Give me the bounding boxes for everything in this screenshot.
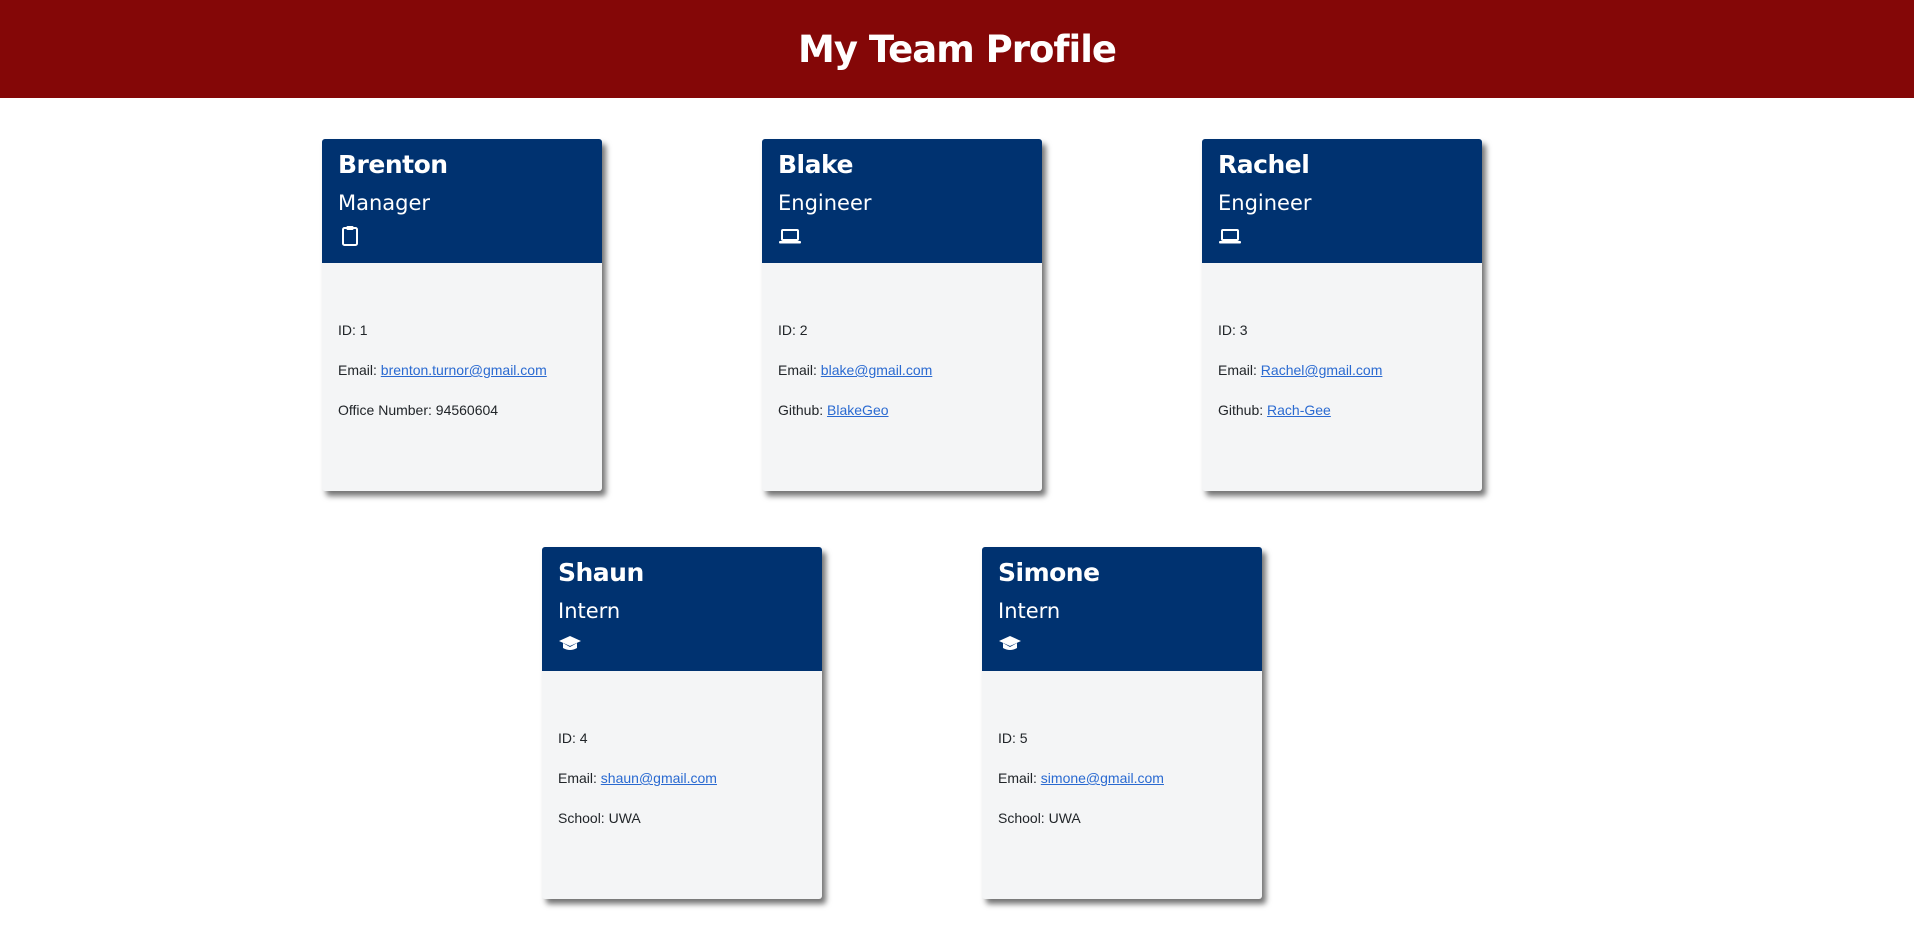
card-header: Blake Engineer [762,139,1042,263]
employee-name: Brenton [338,150,448,179]
employee-card-rachel: Rachel Engineer ID: 3 Email: Rachel@gmai… [1202,139,1482,491]
employee-role: Intern [998,599,1061,623]
office-number: Office Number: 94560604 [338,402,499,418]
github: Github: Rach-Gee [1218,402,1331,418]
card-body: ID: 1 Email: brenton.turnor@gmail.com Of… [322,263,602,441]
card-body: ID: 4 Email: shaun@gmail.com School: UWA [542,671,822,849]
employee-name: Blake [778,150,853,179]
employee-email: Email: simone@gmail.com [998,770,1164,786]
employee-name: Rachel [1218,150,1310,179]
employee-email: Email: blake@gmail.com [778,362,933,378]
card-header: Shaun Intern [542,547,822,671]
email-link[interactable]: shaun@gmail.com [601,770,717,786]
graduation-cap-icon [999,636,1021,650]
github-link[interactable]: BlakeGeo [827,402,888,418]
github-link[interactable]: Rach-Gee [1267,402,1331,418]
laptop-icon [1219,229,1241,244]
card-body: ID: 2 Email: blake@gmail.com Github: Bla… [762,263,1042,441]
employee-card-brenton: Brenton Manager ID: 1 Email: brenton.tur… [322,139,602,491]
school: School: UWA [998,810,1081,826]
card-header: Brenton Manager [322,139,602,263]
employee-name: Simone [998,558,1100,587]
clipboard-icon [342,226,358,246]
card-body: ID: 5 Email: simone@gmail.com School: UW… [982,671,1262,849]
employee-role: Intern [558,599,621,623]
employee-id: ID: 3 [1218,322,1248,338]
employee-role: Engineer [778,191,872,215]
employee-id: ID: 4 [558,730,588,746]
github: Github: BlakeGeo [778,402,889,418]
employee-card-shaun: Shaun Intern ID: 4 Email: shaun@gmail.co… [542,547,822,899]
email-link[interactable]: brenton.turnor@gmail.com [381,362,547,378]
page-header: My Team Profile [0,0,1914,98]
employee-id: ID: 2 [778,322,808,338]
employee-role: Engineer [1218,191,1312,215]
email-link[interactable]: simone@gmail.com [1041,770,1164,786]
employee-email: Email: shaun@gmail.com [558,770,717,786]
card-header: Simone Intern [982,547,1262,671]
employee-id: ID: 5 [998,730,1028,746]
graduation-cap-icon [559,636,581,650]
employee-card-blake: Blake Engineer ID: 2 Email: blake@gmail.… [762,139,1042,491]
employee-id: ID: 1 [338,322,368,338]
email-link[interactable]: Rachel@gmail.com [1261,362,1383,378]
page-title: My Team Profile [798,27,1117,71]
card-body: ID: 3 Email: Rachel@gmail.com Github: Ra… [1202,263,1482,441]
laptop-icon [779,229,801,244]
employee-name: Shaun [558,558,644,587]
school: School: UWA [558,810,641,826]
card-header: Rachel Engineer [1202,139,1482,263]
employee-role: Manager [338,191,431,215]
employee-card-simone: Simone Intern ID: 5 Email: simone@gmail.… [982,547,1262,899]
employee-email: Email: Rachel@gmail.com [1218,362,1383,378]
employee-email: Email: brenton.turnor@gmail.com [338,362,547,378]
email-link[interactable]: blake@gmail.com [821,362,932,378]
